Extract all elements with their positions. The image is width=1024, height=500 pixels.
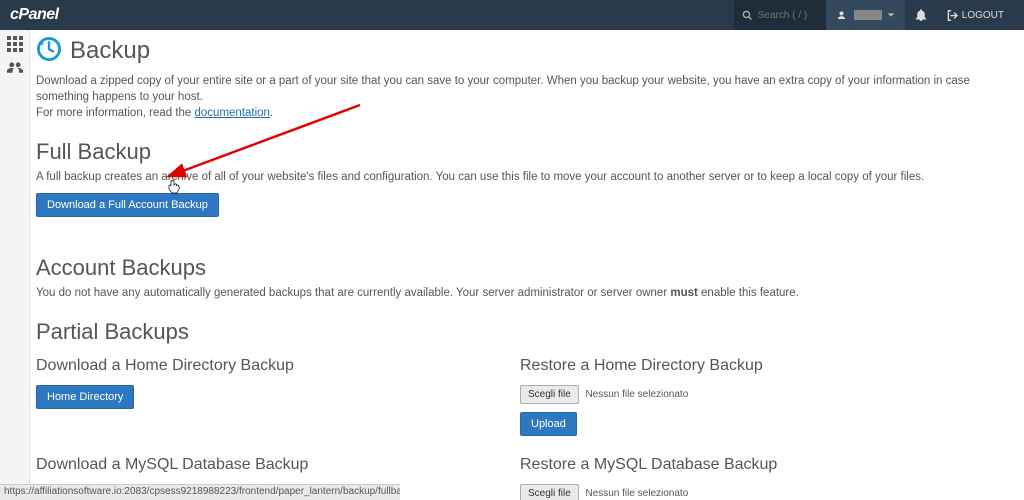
download-full-backup-button[interactable]: Download a Full Account Backup (36, 193, 219, 217)
main-content: Backup Download a zipped copy of your en… (30, 30, 1024, 500)
file-none-mysql: Nessun file selezionato (585, 488, 688, 499)
left-sidebar (0, 30, 30, 500)
choose-file-home-button[interactable]: Scegli file (520, 385, 579, 404)
top-navbar: cPanel LOGOUT (0, 0, 1024, 30)
choose-file-mysql-button[interactable]: Scegli file (520, 484, 579, 500)
account-backups-heading: Account Backups (36, 255, 1004, 281)
grid-icon[interactable] (7, 36, 23, 52)
page-title: Backup (70, 37, 150, 65)
bell-icon (915, 9, 927, 21)
users-icon[interactable] (7, 60, 23, 76)
cpanel-logo[interactable]: cPanel (10, 6, 59, 24)
file-none-home: Nessun file selezionato (585, 389, 688, 400)
user-menu[interactable] (826, 0, 905, 30)
download-mysql-heading: Download a MySQL Database Backup (36, 456, 490, 474)
download-home-dir-heading: Download a Home Directory Backup (36, 357, 490, 375)
page-intro: Download a zipped copy of your entire si… (36, 73, 1004, 121)
caret-down-icon (887, 11, 895, 19)
username-obscured (854, 10, 882, 20)
upload-home-button[interactable]: Upload (520, 412, 577, 436)
full-backup-desc: A full backup creates an archive of all … (36, 171, 1004, 183)
user-icon (836, 10, 847, 21)
search-icon (742, 10, 753, 21)
notifications-button[interactable] (905, 0, 937, 30)
logout-button[interactable]: LOGOUT (937, 0, 1014, 30)
search-input[interactable] (758, 10, 818, 21)
logout-label: LOGOUT (962, 10, 1004, 21)
page-header: Backup (36, 36, 1004, 65)
partial-backups-heading: Partial Backups (36, 319, 1004, 345)
home-directory-button[interactable]: Home Directory (36, 385, 134, 409)
full-backup-heading: Full Backup (36, 139, 1004, 165)
documentation-link[interactable]: documentation (195, 107, 270, 119)
logout-icon (947, 10, 958, 21)
restore-home-dir-heading: Restore a Home Directory Backup (520, 357, 974, 375)
search-area[interactable] (734, 0, 826, 30)
restore-mysql-heading: Restore a MySQL Database Backup (520, 456, 974, 474)
browser-statusbar: https://affiliationsoftware.io:2083/cpse… (0, 484, 400, 500)
account-backups-desc: You do not have any automatically genera… (36, 287, 1004, 299)
backup-icon (36, 36, 62, 62)
